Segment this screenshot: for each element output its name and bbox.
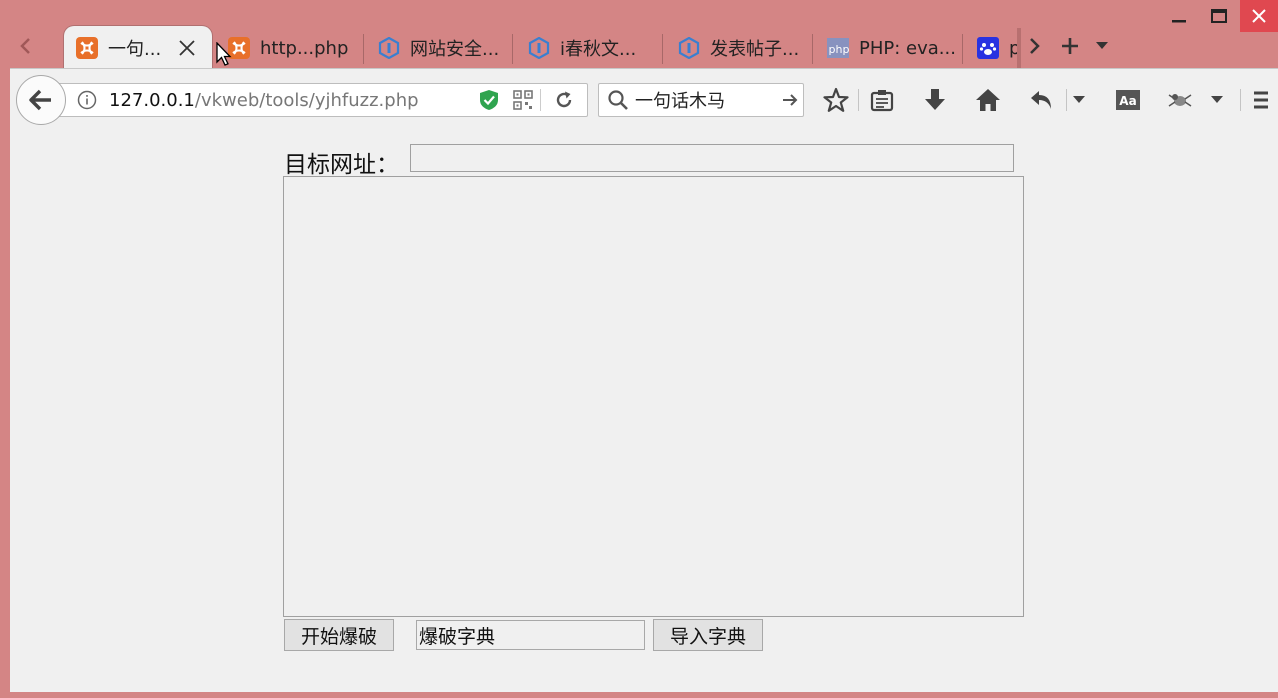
undo-arrow-icon [1031, 91, 1051, 109]
ichunqiu-icon [378, 37, 400, 59]
maximize-button[interactable] [1200, 0, 1238, 32]
tab-list-button[interactable] [1092, 30, 1112, 62]
tab-label: 网站安全... [410, 39, 500, 60]
hamburger-menu-icon [1254, 91, 1268, 109]
plus-icon [1062, 38, 1078, 54]
close-icon [1252, 9, 1266, 23]
reload-icon [556, 91, 572, 108]
target-url-input[interactable] [410, 144, 1014, 172]
open-menu-button[interactable] [1250, 83, 1278, 117]
home-button[interactable] [968, 83, 1008, 117]
php-icon: php [827, 37, 849, 59]
tab-label: 一句... [108, 39, 162, 60]
reload-button[interactable] [541, 84, 587, 116]
tab-overflow-edge [1017, 28, 1021, 68]
arrow-right-icon [783, 94, 798, 106]
tab-separator [962, 34, 963, 64]
site-info-icon[interactable] [73, 90, 101, 110]
tab-item[interactable]: 网站安全... [378, 28, 499, 68]
tab-item[interactable]: p [977, 28, 1019, 68]
download-arrow-icon [925, 89, 945, 110]
tab-label: http...php [260, 37, 349, 59]
svg-text:Aa: Aa [1119, 94, 1136, 108]
result-log-textarea[interactable] [283, 176, 1024, 617]
url-text[interactable]: 127.0.0.1/vkweb/tools/yjhfuzz.php [109, 90, 419, 111]
url-path: /vkweb/tools/yjhfuzz.php [194, 89, 419, 111]
search-input[interactable]: 一句话木马 [635, 87, 777, 113]
url-host: 127.0.0.1 [109, 89, 195, 111]
mouse-cursor-icon [216, 42, 232, 66]
start-bruteforce-button[interactable]: 开始爆破 [284, 619, 394, 651]
tab-separator [512, 34, 513, 64]
baidu-paw-icon [977, 37, 999, 59]
navigation-toolbar: 127.0.0.1/vkweb/tools/yjhfuzz.php 一句话木马 [10, 68, 1278, 132]
toolbar-divider [858, 89, 859, 111]
toolbar-divider [1240, 89, 1241, 111]
new-tab-button[interactable] [1056, 30, 1084, 62]
triangle-down-icon [1096, 42, 1108, 49]
tab-close-button[interactable] [177, 38, 197, 58]
minimize-button[interactable] [1160, 0, 1198, 32]
import-dictionary-button[interactable]: 导入字典 [653, 619, 763, 651]
minimize-icon [1172, 20, 1186, 23]
reader-aa-icon: Aa [1116, 90, 1140, 110]
firebug-button[interactable] [1160, 83, 1200, 117]
chevron-right-icon [1030, 38, 1040, 54]
xampp-icon [76, 37, 98, 59]
tab-separator [812, 34, 813, 64]
window-close-button[interactable] [1240, 0, 1278, 32]
triangle-down-icon [1211, 96, 1223, 103]
url-bar-actions [472, 84, 587, 116]
tab-item[interactable]: php PHP: eva... [827, 28, 956, 68]
php-icon-label: php [829, 43, 849, 56]
search-bar[interactable]: 一句话木马 [598, 83, 804, 117]
tab-active[interactable]: 一句... [64, 26, 212, 70]
chevron-left-icon [20, 38, 30, 54]
undo-close-tab-button[interactable] [1022, 83, 1062, 117]
url-bar[interactable]: 127.0.0.1/vkweb/tools/yjhfuzz.php [54, 83, 588, 117]
tab-item[interactable]: 发表帖子... [678, 28, 799, 68]
tab-label: PHP: eva... [859, 37, 956, 59]
tab-separator [363, 34, 364, 64]
tab-label: i春秋文... [560, 39, 637, 60]
bookmarks-menu-button[interactable] [862, 83, 902, 117]
tab-item[interactable]: i春秋文... [528, 28, 636, 68]
bookmark-star-button[interactable] [816, 83, 856, 117]
dictionary-input[interactable] [416, 620, 645, 650]
shield-check-icon[interactable] [472, 84, 506, 116]
tab-strip: 一句... http...php 网站安全... i春秋文... 发表帖子... [0, 0, 1278, 70]
arrow-left-icon [29, 89, 51, 111]
ichunqiu-icon [528, 37, 550, 59]
tab-label: 发表帖子... [710, 39, 800, 60]
star-icon [823, 87, 849, 112]
tab-scroll-left-button[interactable] [10, 30, 40, 62]
back-button[interactable] [16, 75, 66, 125]
tab-item[interactable]: http...php [228, 28, 348, 68]
clipboard-list-icon [870, 90, 894, 112]
home-icon [976, 89, 1000, 111]
search-go-button[interactable] [777, 93, 803, 107]
search-icon [608, 90, 628, 110]
firebug-menu-dropdown[interactable] [1202, 83, 1232, 117]
tab-scroll-right-button[interactable] [1024, 30, 1044, 62]
triangle-down-icon [1073, 96, 1085, 103]
close-icon [179, 40, 195, 56]
downloads-button[interactable] [915, 83, 955, 117]
undo-menu-dropdown[interactable] [1064, 83, 1094, 117]
target-url-label: 目标网址： [284, 152, 399, 178]
qr-code-icon[interactable] [506, 84, 540, 116]
page-content: 目标网址： 开始爆破 导入字典 [10, 131, 1278, 692]
tab-separator [662, 34, 663, 64]
maximize-icon [1211, 9, 1227, 23]
ichunqiu-icon [678, 37, 700, 59]
bug-icon [1168, 94, 1192, 107]
reader-view-button[interactable]: Aa [1108, 83, 1148, 117]
